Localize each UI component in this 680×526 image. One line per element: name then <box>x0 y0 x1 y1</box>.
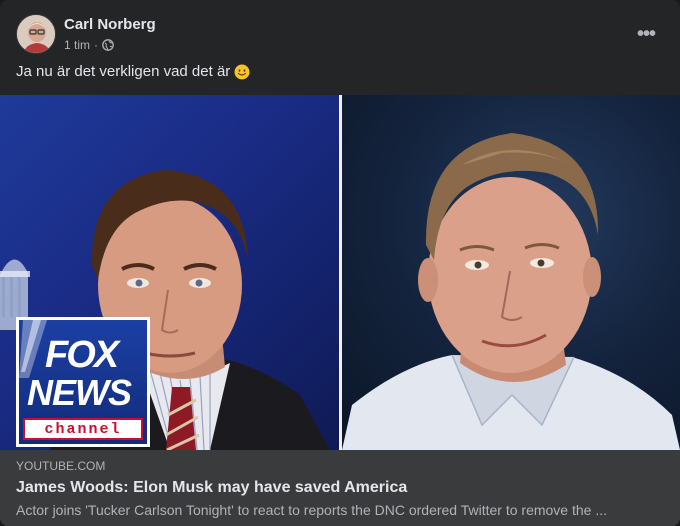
post-card: Carl Norberg 1 tim · ••• Ja nu är det ve… <box>0 0 680 526</box>
author-name[interactable]: Carl Norberg <box>64 16 156 33</box>
more-options-button[interactable]: ••• <box>632 20 660 48</box>
globe-icon <box>102 39 114 51</box>
post-meta: 1 tim · <box>64 38 114 52</box>
fox-wordmark: FOX <box>45 334 119 376</box>
post-time[interactable]: 1 tim <box>64 38 90 52</box>
post-header: Carl Norberg 1 tim · ••• <box>16 14 668 56</box>
post-text: Ja nu är det verkligen vad det är <box>16 63 250 80</box>
channel-wordmark: channel <box>44 420 122 438</box>
link-title[interactable]: James Woods: Elon Musk may have saved Am… <box>16 479 407 497</box>
fox-news-logo: FOX NEWS channel <box>16 317 150 447</box>
link-domain: YOUTUBE.COM <box>16 459 106 473</box>
link-preview-image[interactable]: FOX NEWS channel <box>0 95 680 450</box>
post-message: Ja nu är det verkligen vad det är <box>16 63 231 80</box>
news-wordmark: NEWS <box>27 372 132 413</box>
meta-separator: · <box>94 38 99 52</box>
channel-bar: channel <box>23 418 143 440</box>
link-preview-caption[interactable]: YOUTUBE.COM James Woods: Elon Musk may h… <box>0 450 680 526</box>
tucker-carlson-photo: FOX NEWS channel <box>0 95 339 450</box>
james-woods-photo <box>342 95 680 450</box>
link-description: Actor joins 'Tucker Carlson Tonight' to … <box>16 502 608 518</box>
slightly-smiling-face-icon <box>234 64 250 79</box>
more-horizontal-icon: ••• <box>636 23 656 45</box>
author-avatar[interactable] <box>16 14 56 54</box>
